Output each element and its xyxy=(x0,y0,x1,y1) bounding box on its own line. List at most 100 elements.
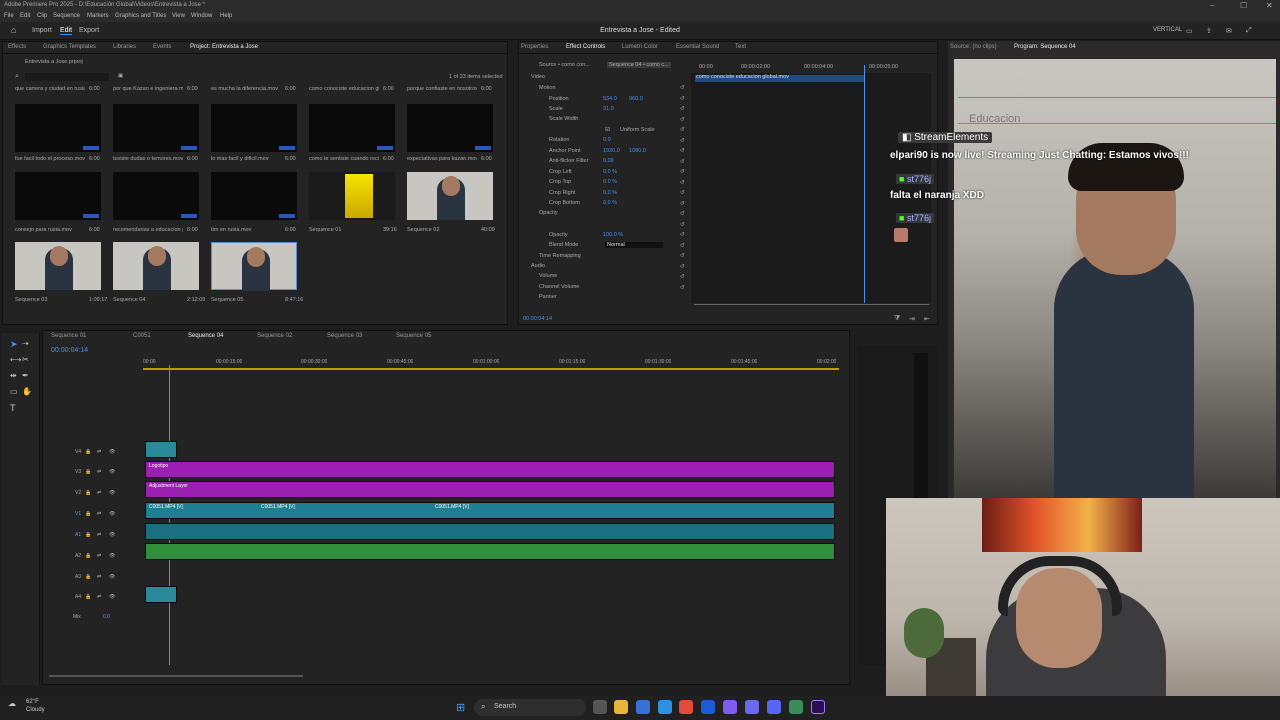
clip-a2[interactable] xyxy=(145,543,835,560)
clip-logo[interactable]: Logotipo xyxy=(145,461,835,478)
reset-icon[interactable]: ↺ xyxy=(680,190,685,196)
clip-v4[interactable] xyxy=(145,441,177,458)
ec-property-value[interactable]: 960.0 xyxy=(629,96,643,102)
explorer-icon[interactable] xyxy=(614,700,628,714)
home-icon[interactable]: ⌂ xyxy=(11,25,16,35)
tab-lumetri[interactable]: Lumetri Color xyxy=(622,44,658,50)
project-item-thumbnail[interactable] xyxy=(407,172,493,220)
ec-property-value[interactable]: 100.0 % xyxy=(603,232,623,238)
sync-icon[interactable]: ⇄ xyxy=(97,449,101,455)
ec-property-label[interactable]: Position xyxy=(549,96,569,102)
notification-icon[interactable]: ✉ xyxy=(1226,27,1232,35)
store-icon[interactable] xyxy=(636,700,650,714)
tab-project[interactable]: Project: Entrevista a Jose xyxy=(190,44,258,50)
ec-zoom-bar[interactable] xyxy=(694,304,929,305)
project-item-thumbnail[interactable] xyxy=(407,104,493,152)
track-label[interactable]: V2 xyxy=(75,490,81,496)
reset-icon[interactable]: ↺ xyxy=(680,285,685,291)
timeline-tab[interactable]: Sequence 02 xyxy=(257,333,292,339)
sync-icon[interactable]: ⇄ xyxy=(97,511,101,517)
ec-property-value[interactable]: 0.0 % xyxy=(603,190,617,196)
reset-icon[interactable]: ↺ xyxy=(680,96,685,102)
ec-property-value[interactable]: 1920.0 xyxy=(603,148,620,154)
eye-icon[interactable]: 👁 xyxy=(109,449,115,455)
eye-icon[interactable]: 👁 xyxy=(109,469,115,475)
taskbar-search[interactable]: ⌕ Search xyxy=(474,699,586,716)
track-label[interactable]: V3 xyxy=(75,469,81,475)
tab-essential-sound[interactable]: Essential Sound xyxy=(676,44,719,50)
lock-icon[interactable]: 🔒 xyxy=(85,594,91,600)
ec-property-label[interactable]: Crop Right xyxy=(549,190,575,196)
ec-property-label[interactable]: Uniform Scale xyxy=(620,127,655,133)
sync-icon[interactable]: ⇄ xyxy=(97,594,101,600)
clip-a4[interactable] xyxy=(145,586,177,603)
selection-tool-icon[interactable]: ➤ xyxy=(10,339,18,350)
workspace-edit[interactable]: Edit xyxy=(60,27,73,35)
menu-help[interactable]: Help xyxy=(220,13,232,19)
discord-icon[interactable] xyxy=(745,700,759,714)
timeline-tab[interactable]: Sequence 05 xyxy=(396,333,431,339)
reset-icon[interactable]: ↺ xyxy=(680,222,685,228)
export-frame-icon[interactable]: ⇥ xyxy=(909,315,915,323)
track-label[interactable]: V1 xyxy=(75,511,81,517)
menu-clip[interactable]: Clip xyxy=(37,13,47,19)
start-icon[interactable]: ⊞ xyxy=(456,701,465,714)
track-label[interactable]: A3 xyxy=(75,574,81,580)
sync-icon[interactable]: ⇄ xyxy=(97,574,101,580)
obs-icon[interactable] xyxy=(723,700,737,714)
effect-keyframe-area[interactable]: como conociste educacion global.mov xyxy=(691,65,931,303)
app-icon-9[interactable] xyxy=(789,700,803,714)
reset-icon[interactable]: ↺ xyxy=(680,148,685,154)
ec-property-value[interactable]: 0.0 % xyxy=(603,200,617,206)
lock-icon[interactable]: 🔒 xyxy=(85,511,91,517)
taskview-icon[interactable] xyxy=(593,700,607,714)
sync-icon[interactable]: ⇄ xyxy=(97,532,101,538)
ec-property-label[interactable]: Blend Mode xyxy=(549,242,578,248)
ec-property-value[interactable]: 1080.0 xyxy=(629,148,646,154)
lock-icon[interactable]: 🔒 xyxy=(85,490,91,496)
razor-icon[interactable]: ✂ xyxy=(22,355,29,364)
ec-property-label[interactable]: Crop Bottom xyxy=(549,200,580,206)
reset-icon[interactable]: ↺ xyxy=(680,243,685,249)
track-label[interactable]: V4 xyxy=(75,449,81,455)
lock-icon[interactable]: 🔒 xyxy=(85,532,91,538)
reset-icon[interactable]: ↺ xyxy=(680,159,685,165)
reset-icon[interactable]: ↺ xyxy=(680,253,685,259)
panel-menu-icon[interactable]: ⇤ xyxy=(924,315,930,323)
reset-icon[interactable]: ↺ xyxy=(680,169,685,175)
ec-property-label[interactable]: Rotation xyxy=(549,137,570,143)
reset-icon[interactable]: ↺ xyxy=(680,201,685,207)
mix-value[interactable]: 0.0 xyxy=(103,614,110,620)
track-label[interactable]: A2 xyxy=(75,553,81,559)
ec-property-label[interactable]: Anchor Point xyxy=(549,148,581,154)
project-item-thumbnail[interactable] xyxy=(211,242,297,291)
reset-icon[interactable]: ↺ xyxy=(680,211,685,217)
reset-icon[interactable]: ↺ xyxy=(680,127,685,133)
app-icon-8[interactable] xyxy=(767,700,781,714)
ec-property-value[interactable]: 0.0 % xyxy=(603,169,617,175)
new-bin-icon[interactable]: ▣ xyxy=(118,73,123,79)
ec-property-label[interactable]: Scale xyxy=(549,106,563,112)
project-item-thumbnail[interactable] xyxy=(113,172,199,220)
timeline-tab[interactable]: Sequence 04 xyxy=(188,333,223,339)
ec-property-label[interactable]: Channel Volume xyxy=(539,284,579,290)
menu-edit[interactable]: Edit xyxy=(20,13,30,19)
hand-icon[interactable]: ✋ xyxy=(22,387,32,396)
project-item-thumbnail[interactable] xyxy=(113,242,199,290)
reset-icon[interactable]: ↺ xyxy=(680,85,685,91)
eye-icon[interactable]: 👁 xyxy=(109,490,115,496)
tab-events[interactable]: Events xyxy=(153,44,171,50)
project-item-thumbnail[interactable] xyxy=(15,242,101,290)
menu-markers[interactable]: Markers xyxy=(87,13,109,19)
sequence-selector[interactable]: Sequence 04 • como c... xyxy=(607,62,671,68)
workspace-export[interactable]: Export xyxy=(79,27,99,34)
reset-icon[interactable]: ↺ xyxy=(680,180,685,186)
ec-property-label[interactable]: Volume xyxy=(539,273,557,279)
clip-a1[interactable] xyxy=(145,523,835,540)
track-label[interactable]: Mix xyxy=(73,614,81,620)
project-item-thumbnail[interactable] xyxy=(15,172,101,220)
tab-libraries[interactable]: Libraries xyxy=(113,44,136,50)
edge-icon[interactable] xyxy=(658,700,672,714)
sync-icon[interactable]: ⇄ xyxy=(97,490,101,496)
uniform-scale-checkbox[interactable]: ☑ xyxy=(605,127,610,133)
